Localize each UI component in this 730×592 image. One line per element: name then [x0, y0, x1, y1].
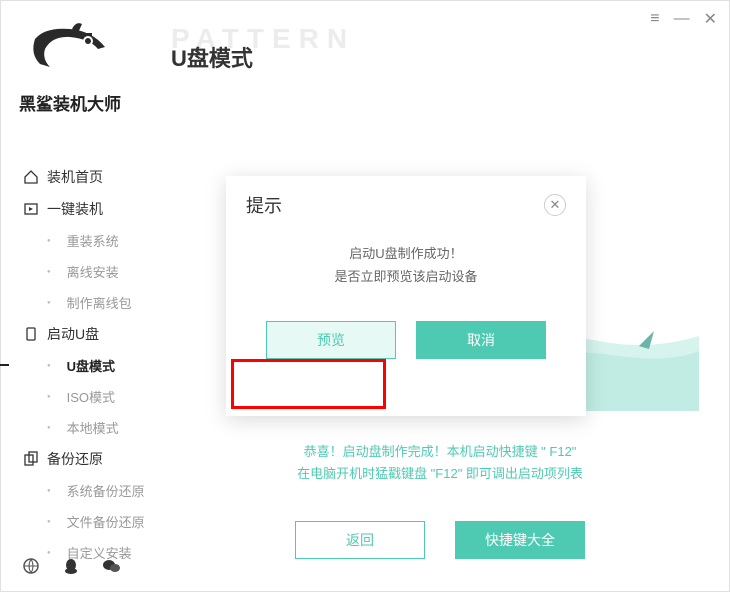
hotkey-button[interactable]: 快捷键大全	[455, 521, 585, 559]
sidebar-item-backup[interactable]: 备份还原	[21, 443, 151, 475]
page-title: PATTERN U盘模式	[171, 41, 253, 73]
success-message: 恭喜！启动盘制作完成！本机启动快捷键 " F12" 在电脑开机时猛戳键盘 "F1…	[171, 441, 709, 485]
cancel-button[interactable]: 取消	[416, 321, 546, 359]
sidebar-item-label: 一键装机	[47, 199, 103, 219]
sidebar-item-bootu[interactable]: 启动U盘	[21, 318, 151, 350]
sidebar-item-label: 备份还原	[47, 449, 103, 469]
window-controls: ≡ — ✕	[650, 9, 717, 29]
preview-button[interactable]: 预览	[266, 321, 396, 359]
footer-icons	[21, 556, 121, 581]
wechat-icon[interactable]	[101, 556, 121, 581]
play-icon	[23, 201, 39, 217]
dialog-header: 提示 ✕	[226, 176, 586, 228]
dialog-title: 提示	[246, 192, 282, 218]
sidebar-item-label: 离线安装	[67, 262, 119, 281]
sidebar-item-oneclick[interactable]: 一键装机	[21, 193, 151, 225]
home-icon	[23, 169, 39, 185]
minimize-button[interactable]: —	[674, 10, 690, 28]
sidebar-item-sysbackup[interactable]: 系统备份还原	[21, 475, 151, 506]
dialog-close-button[interactable]: ✕	[544, 194, 566, 216]
bottom-buttons: 返回 快捷键大全	[171, 521, 709, 559]
qq-icon[interactable]	[61, 556, 81, 581]
sidebar-item-home[interactable]: 装机首页	[21, 161, 151, 193]
page-title-text: U盘模式	[171, 41, 253, 73]
dialog-body: 启动U盘制作成功！ 是否立即预览该启动设备	[226, 228, 586, 303]
sidebar-item-label: 重装系统	[67, 231, 119, 250]
dialog-body-line2: 是否立即预览该启动设备	[246, 265, 566, 288]
success-line1: 恭喜！启动盘制作完成！本机启动快捷键 " F12"	[171, 441, 709, 463]
logo-area: 黑鲨装机大师	[19, 19, 121, 115]
sidebar-item-makeoffline[interactable]: 制作离线包	[21, 287, 151, 318]
sidebar-item-label: 启动U盘	[47, 324, 99, 344]
sidebar: 装机首页 一键装机 重装系统 离线安装 制作离线包 启动U盘 U盘模式 ISO模…	[21, 161, 151, 568]
success-line2: 在电脑开机时猛戳键盘 "F12" 即可调出启动项列表	[171, 463, 709, 485]
sidebar-item-reinstall[interactable]: 重装系统	[21, 225, 151, 256]
sidebar-item-isomode[interactable]: ISO模式	[21, 381, 151, 412]
shark-logo-icon	[20, 19, 120, 79]
sidebar-item-label: U盘模式	[67, 356, 115, 375]
brand-name: 黑鲨装机大师	[19, 90, 121, 115]
close-button[interactable]: ✕	[704, 9, 717, 29]
sidebar-item-label: 制作离线包	[67, 293, 132, 312]
dialog-buttons: 预览 取消	[226, 303, 586, 377]
back-button[interactable]: 返回	[295, 521, 425, 559]
sidebar-item-label: 系统备份还原	[67, 481, 145, 500]
copy-icon	[23, 451, 39, 467]
menu-icon[interactable]: ≡	[650, 10, 659, 28]
sidebar-item-label: 装机首页	[47, 167, 103, 187]
sidebar-item-localmode[interactable]: 本地模式	[21, 412, 151, 443]
usb-icon	[23, 326, 39, 342]
sidebar-item-label: 文件备份还原	[67, 512, 145, 531]
sidebar-item-offline[interactable]: 离线安装	[21, 256, 151, 287]
dialog-body-line1: 启动U盘制作成功！	[246, 242, 566, 265]
sidebar-item-label: 本地模式	[67, 418, 119, 437]
sidebar-item-umode[interactable]: U盘模式	[21, 350, 151, 381]
sidebar-item-filebackup[interactable]: 文件备份还原	[21, 506, 151, 537]
ie-icon[interactable]	[21, 556, 41, 581]
prompt-dialog: 提示 ✕ 启动U盘制作成功！ 是否立即预览该启动设备 预览 取消	[226, 176, 586, 416]
sidebar-item-label: ISO模式	[67, 387, 115, 406]
